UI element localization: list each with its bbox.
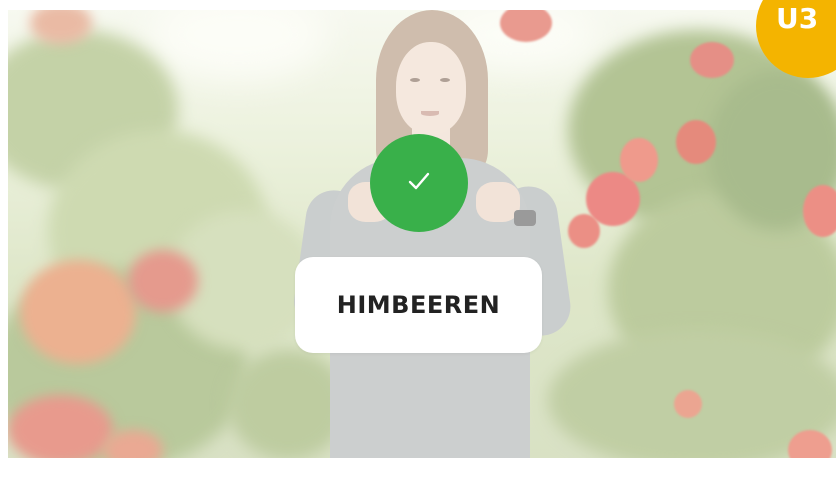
correct-feedback-badge (370, 134, 468, 232)
answer-word: HIMBEEREN (336, 291, 501, 319)
lesson-screen: HIMBEEREN U3 (0, 0, 836, 485)
sign-language-video (8, 10, 836, 458)
answer-card[interactable]: HIMBEEREN (295, 257, 542, 353)
unit-badge-label: U3 (776, 2, 819, 35)
check-icon (406, 168, 432, 198)
